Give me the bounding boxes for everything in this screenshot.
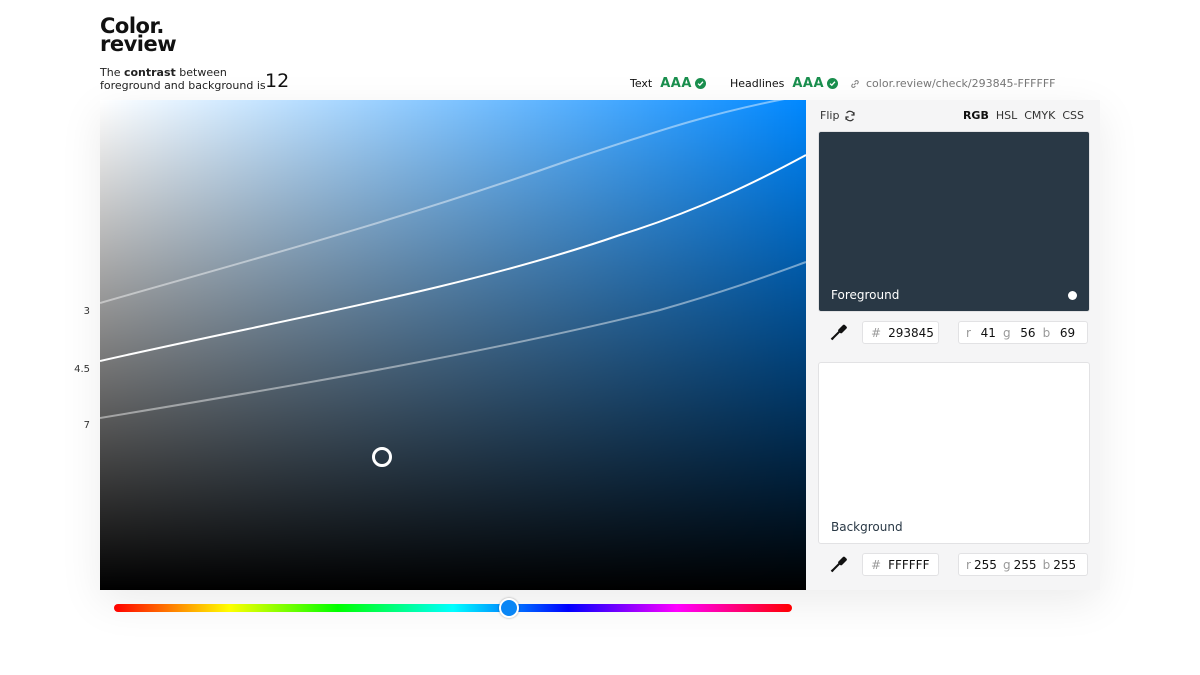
g-channel-label: g (1002, 557, 1011, 572)
hue-slider-thumb[interactable] (499, 598, 519, 618)
foreground-hex-field[interactable]: # (862, 321, 941, 344)
contrast-ratio: 12 (265, 70, 290, 92)
background-inputs: # r g b (818, 553, 1088, 576)
curve-label-7: 7 (83, 420, 90, 431)
hue-slider-track[interactable] (114, 604, 792, 612)
text-badge: Text AAA (630, 76, 706, 91)
summary-prefix: The (100, 66, 124, 79)
r-channel-label: r (966, 325, 971, 340)
background-g-input[interactable] (1013, 557, 1036, 572)
foreground-b-input[interactable] (1053, 325, 1076, 340)
background-label: Background (831, 520, 903, 534)
check-icon (694, 78, 706, 89)
share-link-text: color.review/check/293845-FFFFFF (866, 77, 1056, 90)
background-swatch[interactable]: Background (818, 362, 1090, 544)
contrast-curve-3 (100, 100, 785, 304)
contrast-summary: The contrast between foreground and back… (100, 66, 266, 92)
r-channel-label: r (966, 557, 971, 572)
contrast-curve-7 (100, 261, 806, 419)
background-r-input[interactable] (973, 557, 996, 572)
headlines-badge: Headlines AAA (730, 76, 839, 91)
foreground-hex-input[interactable] (888, 325, 941, 340)
tab-cmyk[interactable]: CMYK (1024, 109, 1055, 122)
text-badge-label: Text (630, 77, 653, 90)
contrast-curves (100, 100, 806, 419)
color-picker-area[interactable] (100, 100, 806, 590)
contrast-curve-4.5 (100, 154, 806, 362)
color-panel: Flip RGB HSL CMYK CSS Foreground # r g b (806, 100, 1100, 590)
foreground-swatch[interactable]: Foreground (818, 131, 1090, 312)
flip-button[interactable]: Flip (820, 109, 856, 122)
b-channel-label: b (1042, 325, 1051, 340)
link-icon (850, 79, 860, 89)
tab-css[interactable]: CSS (1062, 109, 1084, 122)
eyedropper-icon[interactable] (828, 321, 850, 347)
foreground-inputs: # r g b (818, 321, 1088, 344)
flip-label: Flip (820, 109, 840, 122)
check-icon (827, 78, 839, 89)
b-channel-label: b (1042, 557, 1051, 572)
tab-rgb[interactable]: RGB (963, 109, 989, 122)
active-indicator-dot (1068, 291, 1077, 300)
hash-symbol: # (871, 325, 882, 340)
logo[interactable]: Color. review (100, 16, 177, 56)
foreground-rgb-field: r g b (958, 321, 1088, 344)
eyedropper-icon[interactable] (828, 553, 850, 579)
color-mode-tabs: RGB HSL CMYK CSS (963, 109, 1084, 122)
g-channel-label: g (1002, 325, 1011, 340)
sync-icon (844, 110, 856, 122)
background-rgb-field: r g b (958, 553, 1088, 576)
headlines-badge-level: AAA (792, 76, 825, 91)
background-hex-input[interactable] (888, 557, 941, 572)
share-link[interactable]: color.review/check/293845-FFFFFF (850, 77, 1056, 90)
logo-line-2: review (100, 32, 177, 56)
tab-hsl[interactable]: HSL (996, 109, 1017, 122)
curve-label-4.5: 4.5 (74, 364, 90, 375)
background-hex-field[interactable]: # (862, 553, 941, 576)
picker-handle[interactable] (372, 447, 392, 467)
background-b-input[interactable] (1053, 557, 1076, 572)
hash-symbol: # (871, 557, 882, 572)
foreground-g-input[interactable] (1013, 325, 1036, 340)
foreground-label: Foreground (831, 288, 900, 302)
curve-label-3: 3 (83, 306, 90, 317)
summary-bold: contrast (123, 66, 176, 79)
headlines-badge-label: Headlines (730, 77, 785, 90)
text-badge-level: AAA (660, 76, 692, 91)
summary-line-2: foreground and background is (100, 79, 266, 92)
foreground-r-input[interactable] (973, 325, 996, 340)
summary-mid: between (175, 66, 227, 79)
